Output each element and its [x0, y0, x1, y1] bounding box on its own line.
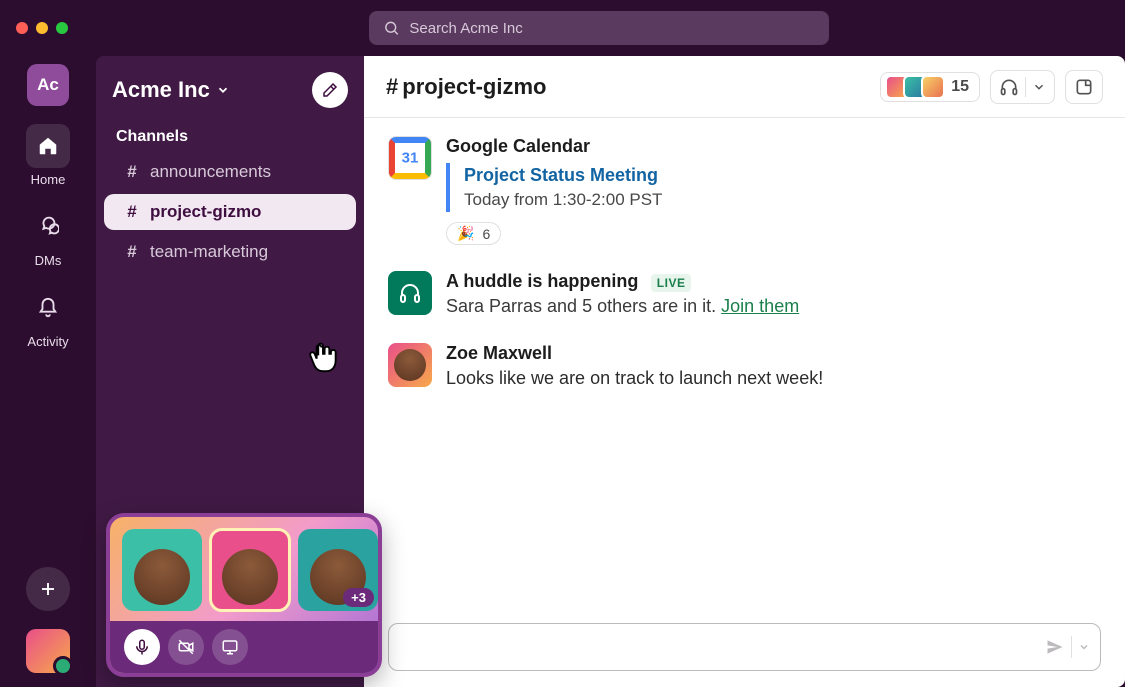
channel-project-gizmo[interactable]: # project-gizmo: [104, 194, 356, 230]
send-button[interactable]: [1045, 636, 1090, 658]
avatar[interactable]: [388, 343, 432, 387]
dms-icon: [37, 216, 59, 238]
chevron-down-icon: [216, 83, 230, 97]
channel-name: project-gizmo: [150, 202, 261, 222]
huddle-participants-text: Sara Parras and 5 others are in it.: [446, 296, 721, 316]
cursor-hand-icon: [304, 338, 342, 376]
avatar: [921, 75, 945, 99]
window-controls: [16, 22, 68, 34]
huddle-title: A huddle is happening: [446, 271, 638, 291]
minimize-window-button[interactable]: [36, 22, 48, 34]
message-sender: Zoe Maxwell: [446, 343, 1101, 364]
google-calendar-icon: [388, 136, 432, 180]
headphones-icon: [999, 77, 1019, 97]
chevron-down-icon: [1078, 641, 1090, 653]
chevron-down-icon: [1032, 80, 1046, 94]
channel-header: #project-gizmo 15: [364, 56, 1125, 118]
event-time: Today from 1:30-2:00 PST: [464, 190, 1101, 210]
close-window-button[interactable]: [16, 22, 28, 34]
channel-name: team-marketing: [150, 242, 268, 262]
channel-title-button[interactable]: #project-gizmo: [386, 74, 546, 100]
workspace-name: Acme Inc: [112, 77, 210, 103]
huddle-icon-avatar: [388, 271, 432, 315]
event-title: Project Status Meeting: [464, 165, 1101, 186]
search-bar[interactable]: [369, 11, 829, 45]
maximize-window-button[interactable]: [56, 22, 68, 34]
screen-share-icon: [221, 638, 239, 656]
send-icon: [1045, 637, 1065, 657]
channel-list: # announcements # project-gizmo # team-m…: [96, 152, 364, 272]
rail-label: DMs: [35, 253, 62, 268]
message-composer[interactable]: [388, 623, 1101, 671]
compose-button[interactable]: [312, 72, 348, 108]
reaction-count: 6: [482, 226, 490, 242]
channels-section-label: Channels: [96, 118, 364, 152]
rail-label: Home: [31, 172, 66, 187]
canvas-button[interactable]: [1065, 70, 1103, 104]
message-text: Looks like we are on track to launch nex…: [446, 368, 1101, 389]
rail-item-home[interactable]: Home: [13, 124, 83, 187]
hash-icon: #: [124, 242, 140, 262]
member-count-button[interactable]: 15: [880, 72, 980, 102]
titlebar: [0, 0, 1125, 56]
message-sender: Google Calendar: [446, 136, 1101, 157]
bell-icon: [37, 297, 59, 319]
camera-off-icon: [177, 638, 195, 656]
add-workspace-button[interactable]: [26, 567, 70, 611]
sidebar: Acme Inc Channels # announcements # proj…: [96, 56, 364, 687]
workspace-switcher[interactable]: Ac: [27, 64, 69, 106]
search-input[interactable]: [409, 20, 814, 37]
microphone-icon: [133, 638, 151, 656]
compose-icon: [321, 81, 339, 99]
live-badge: LIVE: [651, 274, 692, 292]
huddle-mic-button[interactable]: [124, 629, 160, 665]
channel-announcements[interactable]: # announcements: [104, 154, 356, 190]
message-user: Zoe Maxwell Looks like we are on track t…: [388, 343, 1101, 389]
hash-icon: #: [124, 202, 140, 222]
huddle-overflow-badge: +3: [343, 588, 374, 607]
member-avatars: [885, 75, 945, 99]
left-rail: Ac Home DMs Activity: [0, 56, 96, 687]
reaction-pill[interactable]: 🎉 6: [446, 222, 501, 245]
home-icon: [37, 135, 59, 157]
huddle-participant-tile[interactable]: [122, 529, 202, 611]
self-avatar[interactable]: [26, 629, 70, 673]
canvas-icon: [1074, 77, 1094, 97]
reaction-emoji: 🎉: [457, 225, 474, 242]
huddle-start-button[interactable]: [990, 70, 1055, 104]
huddle-widget[interactable]: +3: [106, 513, 382, 677]
huddle-participant-tile-active[interactable]: [210, 529, 290, 611]
message-huddle-announcement: A huddle is happening LIVE Sara Parras a…: [388, 271, 1101, 317]
workspace-name-button[interactable]: Acme Inc: [112, 77, 230, 103]
huddle-camera-button[interactable]: [168, 629, 204, 665]
app-window: Ac Home DMs Activity: [0, 0, 1125, 687]
huddle-participant-tile[interactable]: +3: [298, 529, 378, 611]
rail-item-activity[interactable]: Activity: [13, 286, 83, 349]
message-google-calendar: Google Calendar Project Status Meeting T…: [388, 136, 1101, 245]
plus-icon: [39, 580, 57, 598]
search-icon: [383, 19, 400, 37]
rail-item-dms[interactable]: DMs: [13, 205, 83, 268]
headphones-icon: [398, 281, 422, 305]
huddle-screenshare-button[interactable]: [212, 629, 248, 665]
message-list: Google Calendar Project Status Meeting T…: [364, 118, 1125, 623]
hash-icon: #: [124, 162, 140, 182]
rail-label: Activity: [27, 334, 68, 349]
channel-name: announcements: [150, 162, 271, 182]
member-count: 15: [951, 78, 969, 96]
channel-team-marketing[interactable]: # team-marketing: [104, 234, 356, 270]
join-huddle-link[interactable]: Join them: [721, 296, 799, 316]
main-panel: #project-gizmo 15: [364, 56, 1125, 687]
calendar-event-card[interactable]: Project Status Meeting Today from 1:30-2…: [446, 163, 1101, 212]
channel-title: project-gizmo: [402, 74, 546, 99]
hash-icon: #: [386, 74, 398, 99]
